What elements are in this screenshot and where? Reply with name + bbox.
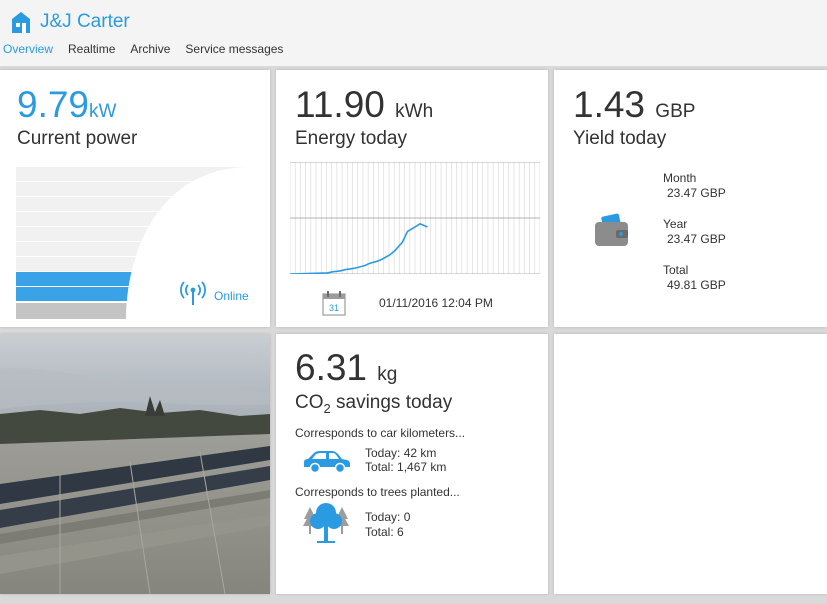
yield-year: Year 23.47 GBP [663,217,726,247]
yield-today-label: Yield today [573,128,667,149]
trees-today: Today: 0 [365,510,411,524]
yield-year-label: Year [663,217,688,231]
energy-chart-grid [290,162,540,274]
yield-month-value: 23.47 GBP [667,186,726,200]
yield-total-value: 49.81 GBP [667,278,726,292]
yield-total-label: Total [663,263,689,277]
energy-timestamp: 01/11/2016 12:04 PM [379,296,493,310]
yield-month-label: Month [663,171,697,185]
yield-today-unit: GBP [655,101,696,122]
main-nav: Overview Realtime Archive Service messag… [3,42,298,56]
current-power-tile[interactable]: 9.79kW Current power Online [0,70,270,327]
car-km-text: Corresponds to car kilometers... [295,426,466,440]
co2-savings-tile[interactable]: 6.31 kg CO2 savings today Corresponds to… [276,334,548,594]
trees-text: Corresponds to trees planted... [295,485,460,499]
yield-total: Total 49.81 GBP [663,263,726,293]
home-icon [12,12,30,33]
energy-today-unit: kWh [395,101,434,122]
plant-photo [0,334,270,594]
energy-chart [290,162,540,274]
yield-year-value: 23.47 GBP [667,232,726,246]
tab-archive[interactable]: Archive [130,42,170,56]
car-km-today: Today: 42 km [365,446,437,460]
calendar-day: 31 [329,303,339,313]
tree-icon [303,503,349,543]
yield-today-number: 1.43 [573,84,646,125]
app-header: J&J Carter Overview Realtime Archive Ser… [0,0,827,66]
brand: J&J Carter [10,9,130,35]
signal-icon [180,281,206,305]
current-power-value: 9.79kW [17,83,116,134]
trees-total: Total: 6 [365,525,404,539]
connection-status: Online [214,289,249,303]
energy-today-tile[interactable]: 11.90 kWh Energy today 31 01/11/2016 12:… [276,70,548,327]
car-icon [304,451,350,474]
tab-service-messages[interactable]: Service messages [185,42,283,56]
energy-today-number: 11.90 [295,84,385,125]
yield-today-tile[interactable]: 1.43 GBP Yield today Month 23.47 GBP Yea… [554,70,827,327]
calendar-icon: 31 [322,291,346,316]
co2-savings-unit: kg [377,364,398,385]
co2-label-prefix: CO [295,392,324,413]
tab-overview[interactable]: Overview [3,42,53,56]
yield-month: Month 23.47 GBP [663,171,726,201]
current-power-number: 9.79 [17,84,90,125]
energy-today-label: Energy today [295,128,407,149]
wallet-icon [595,213,628,246]
plant-photo-tile[interactable] [0,334,270,594]
energy-today-value: 11.90 kWh [295,83,433,134]
co2-savings-number: 6.31 [295,347,368,388]
tab-realtime[interactable]: Realtime [68,42,115,56]
co2-label-subscript: 2 [323,400,331,416]
current-power-label: Current power [17,128,138,149]
yield-today-value: 1.43 GBP [573,83,695,134]
current-power-unit: kW [89,101,117,122]
co2-savings-label: CO2 savings today [295,392,452,416]
co2-label-suffix: savings today [330,392,453,413]
co2-savings-value: 6.31 kg [295,346,397,397]
car-km-total: Total: 1,467 km [365,460,447,474]
plant-title: J&J Carter [40,11,130,32]
empty-tile [554,334,827,594]
